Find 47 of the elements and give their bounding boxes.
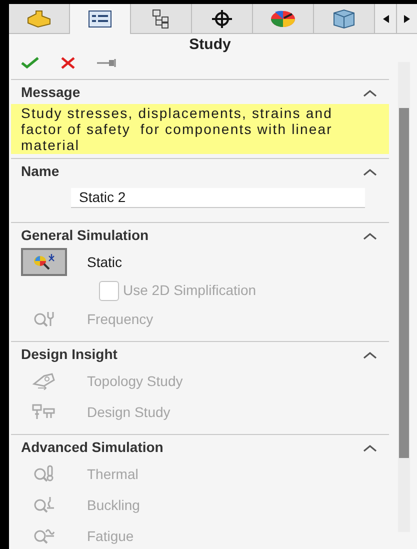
magnifier-fork-icon [33,310,55,328]
list-icon [88,10,112,28]
study-type-button[interactable] [21,248,67,276]
study-type-label: Topology Study [87,372,183,391]
panel-tab[interactable] [70,4,131,34]
cube-icon [332,8,356,28]
section-header: Advanced Simulation [21,438,164,457]
section-header: General Simulation [21,226,149,245]
crosshair-icon [211,8,233,28]
study-type-label: Buckling [87,496,140,515]
name-field[interactable]: Static 2 [71,188,365,208]
design-study-icon [32,403,56,421]
study-type-label: Thermal [87,464,138,484]
collapse-icon[interactable] [363,168,377,176]
close-icon [61,56,75,68]
study-type-label: Design Study [87,402,170,422]
cancel-button[interactable] [61,56,75,68]
scrollbar-thumb[interactable] [399,108,409,458]
panel-title: Study [188,35,232,55]
section-header: Design Insight [21,345,118,364]
collapse-icon[interactable] [363,350,377,358]
study-type-label: Fatigue [87,526,134,546]
section-header: Name [21,162,60,181]
magnifier-wave-icon [33,527,55,545]
part-icon [26,10,52,28]
checkmark-icon [21,56,39,68]
checkbox-label: Use 2D Simplification [123,281,256,300]
message-text: Study stresses, displacements, strains and factor of safety for components with linear material [11,104,389,154]
study-type-label: Frequency [87,310,154,329]
ok-button[interactable] [21,56,39,68]
magnifier-thermometer-icon [33,465,55,483]
magnifier-icon [32,253,56,271]
pin-icon [97,58,117,66]
topology-icon [32,372,56,390]
pin-button[interactable] [97,58,117,66]
collapse-icon[interactable] [363,444,377,452]
study-type-label: Static [87,252,122,272]
right-arrow-icon [404,14,410,22]
magnifier-buckling-icon [33,496,55,514]
tree-icon [151,8,171,28]
collapse-icon[interactable] [363,232,377,240]
collapse-icon[interactable] [363,88,377,96]
scroll-left-button[interactable] [375,4,397,33]
section-header: Message [21,83,80,102]
color-ball-icon [270,8,296,28]
left-arrow-icon [382,14,388,22]
scroll-right-button[interactable] [397,4,417,33]
